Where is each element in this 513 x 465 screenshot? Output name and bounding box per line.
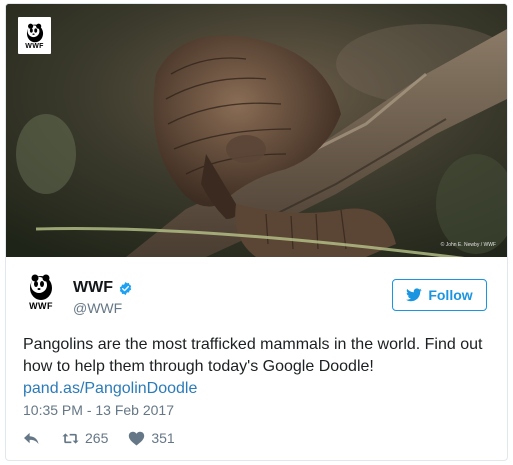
photo-credit: © John E. Newby / WWF: [440, 242, 496, 248]
panda-icon: [30, 274, 52, 300]
author-handle[interactable]: @WWF: [73, 300, 133, 316]
tweet-text: Pangolins are the most trafficked mammal…: [23, 334, 493, 400]
pangolin-photo: [6, 4, 507, 257]
retweet-count: 265: [85, 430, 109, 446]
author-names[interactable]: WWF @WWF: [73, 279, 133, 316]
tweet-actions: 265 351: [23, 428, 175, 448]
avatar-logo-text: WWF: [29, 301, 53, 311]
avatar[interactable]: WWF: [23, 271, 59, 315]
tweet-link[interactable]: pand.as/PangolinDoodle: [23, 378, 493, 400]
twitter-bird-icon: [406, 288, 423, 302]
reply-button[interactable]: [23, 431, 40, 446]
follow-button-label: Follow: [428, 287, 473, 303]
retweet-icon: [62, 432, 79, 444]
display-name[interactable]: WWF: [73, 279, 113, 297]
heart-icon: [129, 431, 145, 446]
tweet-body: Pangolins are the most trafficked mammal…: [23, 336, 483, 375]
tweet-timestamp[interactable]: 10:35 PM - 13 Feb 2017: [23, 402, 174, 418]
tweet-photo[interactable]: WWF © John E. Newby / WWF: [6, 4, 507, 257]
watermark-logo-text: WWF: [25, 43, 44, 50]
like-button[interactable]: 351: [128, 430, 175, 446]
display-name-row: WWF: [73, 279, 133, 297]
reply-icon: [24, 432, 39, 444]
tweet-header: WWF WWF @WWF Follow: [6, 257, 507, 321]
wwf-watermark-logo: WWF: [18, 17, 51, 54]
verified-badge-icon: [119, 281, 132, 295]
retweet-button[interactable]: 265: [62, 430, 108, 446]
tweet-card: WWF © John E. Newby / WWF WWF WWF @WWF F…: [5, 3, 508, 461]
like-count: 351: [151, 430, 175, 446]
follow-button[interactable]: Follow: [392, 279, 487, 311]
panda-icon: [26, 23, 43, 43]
